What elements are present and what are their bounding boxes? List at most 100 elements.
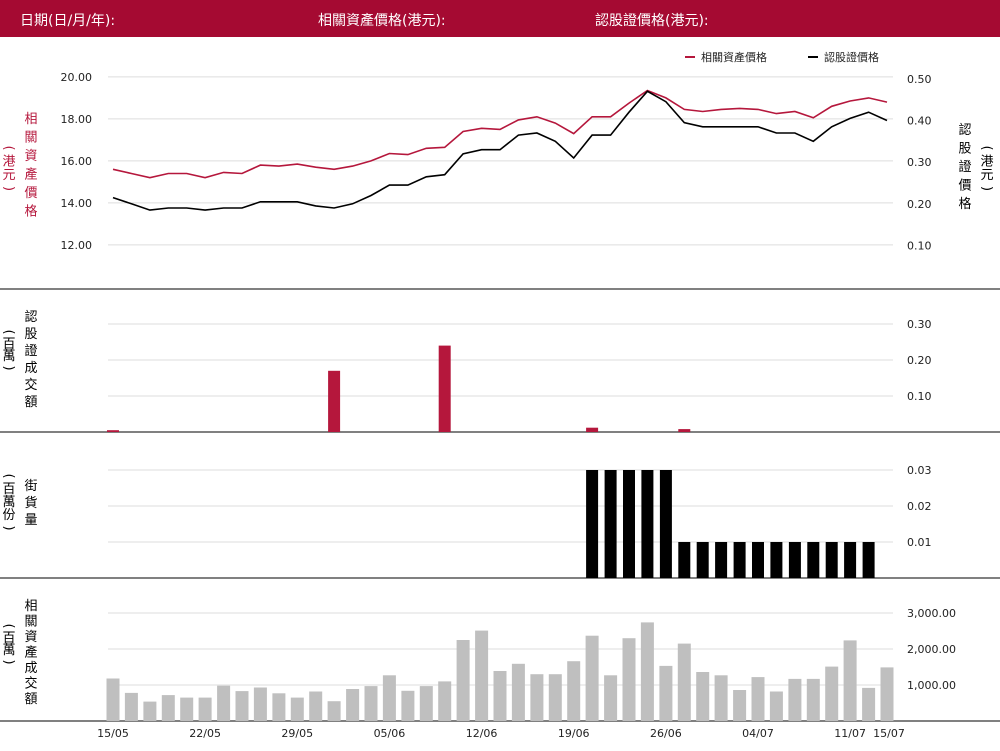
asset-turnover-bar (530, 674, 544, 721)
asset-turnover-bar (880, 667, 894, 721)
warrant-turnover-axis-title-char: 交 (24, 377, 37, 393)
x-tick-label: 05/06 (374, 727, 406, 740)
outstanding-axis-title-char: 街 (24, 479, 37, 494)
asset-turnover-bar (180, 697, 194, 721)
warrant-chart: 20.00 18.00 16.00 14.00 12.00 0.50 0.40 0.30 0.2… (0, 50, 1000, 740)
asset-turnover-axis-title-char: 產 (24, 645, 37, 661)
x-tick-label: 26/06 (650, 727, 682, 740)
asset-turnover-bar (272, 693, 286, 721)
asset-turnover-bar (382, 675, 396, 721)
asset-turnover-bar (124, 692, 138, 721)
asset-turnover-axis-title-char: 成 (24, 661, 37, 676)
outstanding-tick: 0.02 (907, 500, 932, 513)
outstanding-bar (844, 542, 857, 578)
price-right-axis-unit-char: ( (979, 145, 994, 150)
price-left-axis-unit-char: 元 (2, 168, 15, 183)
underlying-price-line (112, 89, 888, 179)
price-left-axis-title-char: 格 (24, 204, 37, 220)
outstanding-bar (825, 542, 838, 578)
warrant-turnover-axis-unit-char: ( (1, 329, 16, 334)
price-right-axis-title-char: 證 (958, 159, 971, 175)
outstanding-bar (641, 470, 654, 578)
outstanding-axis-title-char: 量 (24, 513, 37, 528)
price-left-axis-title-char: 資 (24, 149, 37, 164)
asset-turnover-bar (677, 643, 691, 721)
asset-turnover-bar (438, 681, 452, 721)
asset-turnover-bar (456, 640, 470, 721)
warrant-turnover-axis-title-char: 股 (24, 327, 37, 342)
outstanding-bar (770, 542, 783, 578)
asset-turnover-axis-title: 相關資產成交額 (24, 599, 37, 707)
price-left-tick: 20.00 (61, 71, 93, 84)
price-right-axis-title: 認股證價格 (958, 122, 971, 212)
price-left-axis-title-char: 價 (24, 186, 37, 201)
price-right-tick: 0.30 (907, 156, 932, 169)
warrant-turnover-axis-title-char: 認 (24, 309, 37, 325)
x-tick-label: 15/05 (97, 727, 129, 740)
price-right-tick: 0.50 (907, 73, 932, 86)
asset-turnover-bar (825, 666, 839, 721)
price-left-axis-title: 相關資產價格 (24, 112, 37, 220)
legend-warrant-label: 認股證價格 (824, 50, 879, 64)
warrant-turnover-axis-title-char: 成 (24, 361, 37, 376)
price-left-tick: 18.00 (61, 113, 93, 126)
asset-turnover-bar (290, 697, 304, 721)
asset-turnover-bar (751, 677, 765, 721)
x-tick-label: 19/06 (558, 727, 590, 740)
legend-underlying-label: 相關資產價格 (701, 50, 767, 64)
outstanding-bar (659, 470, 672, 578)
warrant-price-line (112, 90, 888, 211)
price-right-tick: 0.40 (907, 115, 932, 128)
asset-turnover-axis-unit-char: ) (1, 659, 16, 664)
asset-turnover-bar (640, 622, 654, 721)
warrant-turnover-axis-title-char: 證 (24, 343, 37, 359)
outstanding-axis-unit: (百萬份) (1, 473, 16, 530)
asset-turnover-bar (567, 661, 581, 721)
asset-turnover-bar (769, 691, 783, 721)
outstanding-axis-unit-char: 份 (2, 508, 15, 523)
x-tick-label: 04/07 (742, 727, 774, 740)
warrant-turnover-bar (328, 370, 341, 432)
warrant-turnover-tick: 0.30 (907, 318, 932, 331)
price-right-tick: 0.20 (907, 198, 932, 211)
price-left-tick: 14.00 (61, 197, 93, 210)
asset-turnover-bar (143, 701, 157, 721)
asset-turnover-axis-title-char: 額 (24, 692, 37, 707)
asset-turnover-bar (511, 663, 525, 721)
asset-turnover-tick: 2,000.00 (907, 643, 956, 656)
price-left-axis-title-char: 相 (24, 112, 37, 127)
asset-turnover-bar (346, 689, 360, 721)
warrant-turnover-bar (107, 430, 119, 432)
price-right-axis-title-char: 股 (958, 142, 971, 157)
outstanding-bar (788, 542, 801, 578)
asset-turnover-axis-unit: (百萬) (1, 623, 16, 664)
asset-turnover-bar (714, 675, 728, 721)
warrant-turnover-tick: 0.20 (907, 354, 932, 367)
asset-turnover-bar (327, 701, 341, 721)
outstanding-axis-title-char: 貨 (24, 495, 37, 511)
asset-turnover-bar (862, 687, 876, 721)
warrant-turnover-axis-unit-char: ) (1, 365, 16, 370)
warrant-turnover-axis-title-char: 額 (24, 395, 37, 410)
price-right-axis-unit-char: ) (979, 186, 994, 191)
outstanding-bar (604, 470, 617, 578)
price-right-axis-title-char: 格 (958, 196, 971, 212)
warrant-turnover-axis-title: 認股證成交額 (24, 309, 37, 410)
warrant-turnover-axis-unit: (百萬) (1, 329, 16, 370)
asset-turnover-bar (788, 678, 802, 721)
price-left-axis-title-char: 產 (24, 167, 37, 183)
price-right-axis-title-char: 認 (958, 122, 971, 138)
price-right-axis-unit-char: 元 (980, 168, 993, 183)
asset-turnover-bar (401, 690, 415, 721)
asset-turnover-bar (106, 678, 120, 721)
asset-turnover-bar (733, 690, 747, 721)
outstanding-bar (623, 470, 635, 578)
asset-turnover-bar (364, 686, 378, 721)
x-tick-label: 12/06 (466, 727, 498, 740)
asset-turnover-bar (696, 672, 710, 721)
outstanding-axis-unit-char: ) (1, 525, 16, 530)
asset-turnover-bar (309, 691, 323, 721)
asset-turnover-bar (604, 675, 618, 721)
outstanding-bar (807, 542, 820, 578)
warrant-turnover-bar (438, 345, 451, 432)
